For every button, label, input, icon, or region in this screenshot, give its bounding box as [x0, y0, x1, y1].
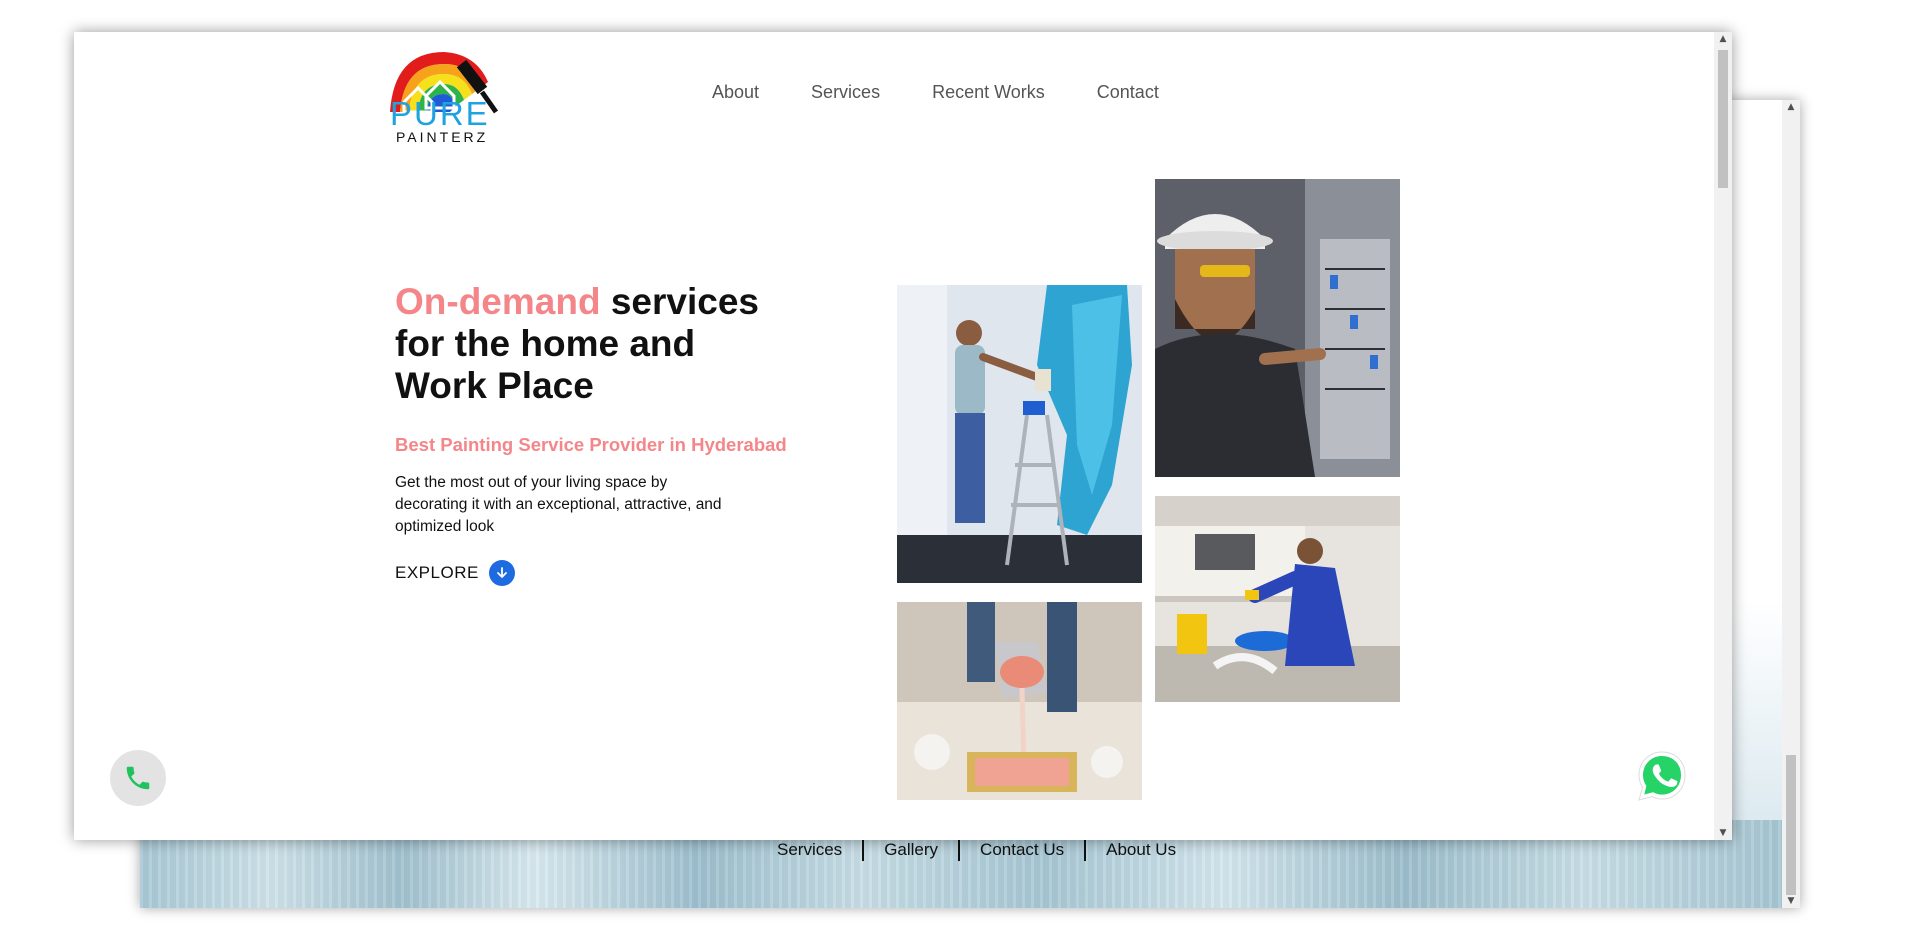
- scroll-up-arrow-icon[interactable]: ▲: [1714, 34, 1732, 44]
- scroll-up-arrow-icon[interactable]: ▲: [1782, 102, 1800, 112]
- whatsapp-button[interactable]: [1634, 748, 1690, 804]
- hero-title-rest: services: [600, 281, 759, 322]
- explore-label: EXPLORE: [395, 563, 479, 582]
- footer-nav: Services Gallery Contact Us About Us: [757, 839, 1196, 861]
- explore-button[interactable]: EXPLORE: [395, 560, 515, 586]
- hero-subtitle: Best Painting Service Provider in Hydera…: [395, 434, 787, 455]
- arrow-down-circle-icon: [488, 560, 515, 586]
- hero-title: On-demand services for the home and Work P…: [395, 281, 815, 407]
- brand-name-bottom: PAINTERZ: [396, 129, 489, 145]
- hero-title-accent: On-demand: [395, 281, 601, 322]
- footer-link-gallery[interactable]: Gallery: [864, 839, 958, 861]
- footer-link-services[interactable]: Services: [757, 839, 862, 861]
- brand-name-top: PURE: [390, 95, 490, 132]
- hero-title-line-2: for the home and: [395, 323, 696, 364]
- background-scrollbar[interactable]: ▲ ▼: [1782, 100, 1800, 908]
- nav-contact[interactable]: Contact: [1097, 82, 1159, 103]
- footer-link-contact-us[interactable]: Contact Us: [960, 839, 1084, 861]
- hero-title-line-3: Work Place: [395, 365, 594, 406]
- paint-pouring-photo: [897, 602, 1142, 800]
- scroll-down-arrow-icon[interactable]: ▼: [1782, 896, 1800, 906]
- scroll-thumb[interactable]: [1718, 50, 1728, 188]
- scroll-down-arrow-icon[interactable]: ▼: [1714, 828, 1732, 838]
- main-nav: About Services Recent Works Contact: [712, 82, 1159, 103]
- browser-window: PURE PAINTERZ About Services Recent Work…: [74, 32, 1732, 840]
- scroll-thumb[interactable]: [1786, 755, 1796, 895]
- page-scrollbar[interactable]: ▲ ▼: [1714, 32, 1732, 840]
- whatsapp-icon: [1638, 751, 1686, 801]
- electrician-photo: [1155, 179, 1400, 477]
- hero-description: Get the most out of your living space by…: [395, 474, 722, 535]
- nav-recent-works[interactable]: Recent Works: [932, 82, 1045, 103]
- plumber-photo: [1155, 496, 1400, 702]
- footer-link-about-us[interactable]: About Us: [1086, 839, 1196, 861]
- nav-services[interactable]: Services: [811, 82, 880, 103]
- call-button[interactable]: [110, 750, 166, 806]
- painter-roller-photo: [897, 285, 1142, 583]
- nav-about[interactable]: About: [712, 82, 759, 103]
- phone-icon: [126, 766, 150, 790]
